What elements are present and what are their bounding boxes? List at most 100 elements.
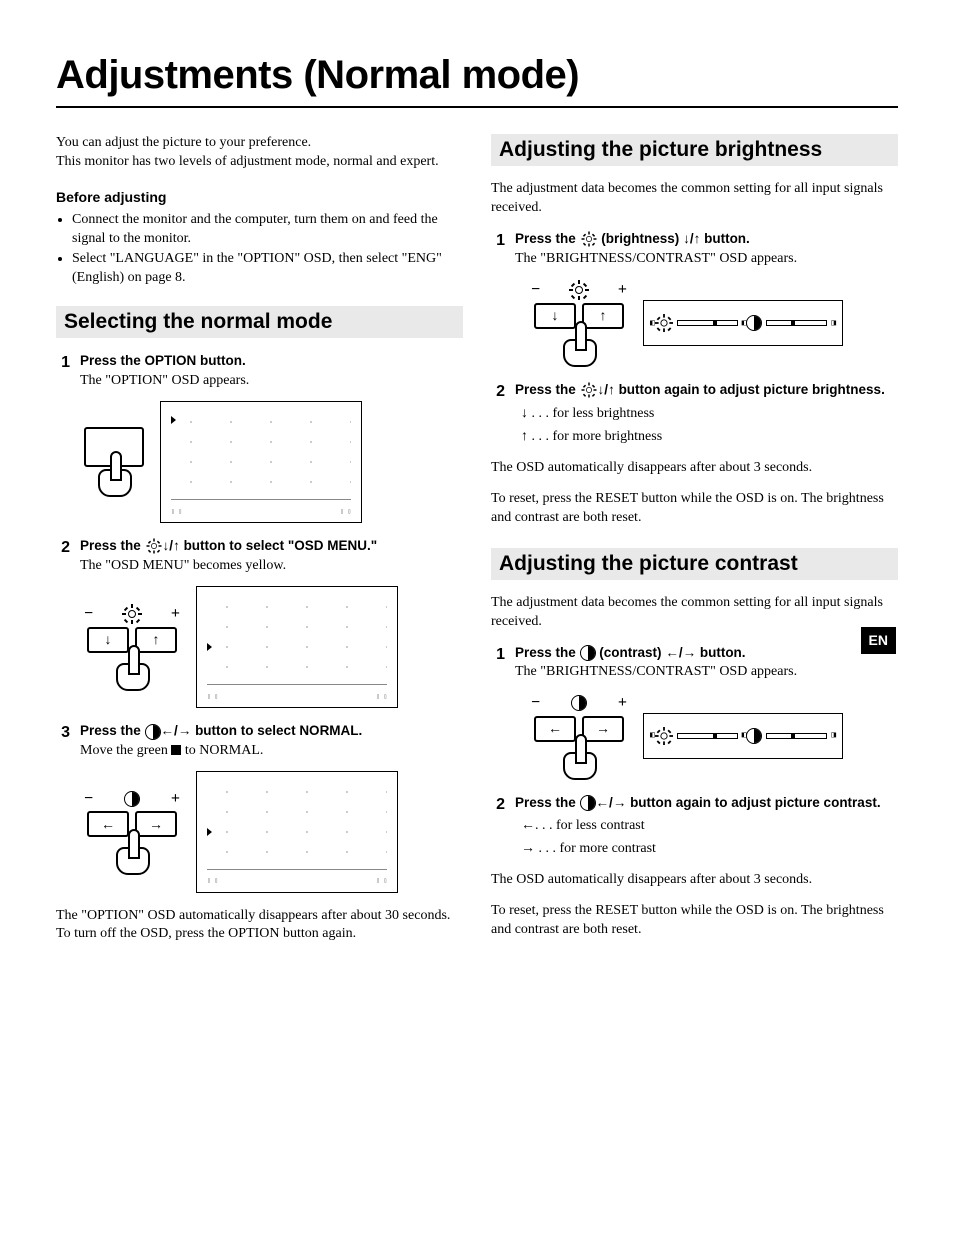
- left-button-icon: ←: [87, 811, 129, 837]
- page-title: Adjustments (Normal mode): [56, 48, 898, 102]
- text: Press the: [515, 645, 580, 660]
- left-arrow-icon: ←: [596, 795, 610, 810]
- brightness-icon: [582, 384, 596, 398]
- down-button-icon: ↓: [534, 303, 576, 329]
- text: (brightness): [598, 231, 684, 246]
- auto-paragraph: The OSD automatically disappears after a…: [491, 871, 898, 890]
- down-arrow-icon: ↓: [521, 404, 528, 420]
- section-selecting-normal: Selecting the normal mode: [56, 306, 463, 338]
- brightness-icon: [570, 281, 588, 299]
- text: to NORMAL.: [181, 743, 263, 758]
- language-tab: EN: [861, 627, 896, 654]
- intro-paragraph: The adjustment data becomes the common s…: [491, 594, 898, 632]
- brightness-icon: [582, 233, 596, 247]
- list-item: ←. . . for less contrast: [515, 815, 898, 836]
- brightness-buttons-figure: − + ↓ ↑: [531, 279, 627, 367]
- text: button to select NORMAL.: [191, 723, 362, 738]
- list-item: Select "LANGUAGE" in the "OPTION" OSD, t…: [72, 250, 463, 288]
- osd-box: ▯ ▯▯ ▯: [196, 771, 398, 893]
- minus-icon: −: [531, 692, 540, 714]
- down-arrow-icon: ↓: [683, 231, 690, 246]
- finger-icon: [114, 655, 150, 691]
- step-number: 3: [56, 722, 70, 760]
- up-button-icon: ↑: [582, 303, 624, 329]
- step-row: 1 Press the (brightness) ↓/↑ button. The…: [491, 230, 898, 269]
- step-desc: The "BRIGHTNESS/CONTRAST" OSD appears.: [515, 250, 898, 269]
- contrast-icon: [571, 695, 587, 711]
- step-desc: The "OSD MENU" becomes yellow.: [80, 557, 463, 576]
- brightness-buttons-figure: − + ↓ ↑: [84, 603, 180, 691]
- option-button-figure: [84, 427, 144, 497]
- finger-icon: [114, 839, 150, 875]
- step-desc: The "BRIGHTNESS/CONTRAST" OSD appears.: [515, 663, 898, 682]
- figure-row: − + ↓ ↑ ◧ ◧ ◨: [531, 279, 898, 367]
- step-title: Press the ↓/↑ button again to adjust pic…: [515, 381, 898, 399]
- contrast-icon: [746, 728, 762, 744]
- osd-strip: ◧ ◧ ◨: [643, 713, 843, 759]
- before-adjusting-heading: Before adjusting: [56, 188, 463, 207]
- osd-num-indicator: ◨: [831, 730, 836, 741]
- osd-num-indicator: ◨: [831, 318, 836, 329]
- right-column: Adjusting the picture brightness The adj…: [491, 134, 898, 956]
- reset-paragraph: To reset, press the RESET button while t…: [491, 490, 898, 528]
- contrast-icon: [124, 791, 140, 807]
- left-button-icon: ←: [534, 716, 576, 742]
- auto-paragraph: The OSD automatically disappears after a…: [491, 459, 898, 478]
- up-arrow-icon: ↑: [521, 427, 528, 443]
- text: Press the: [515, 382, 580, 397]
- right-arrow-icon: →: [683, 645, 697, 660]
- right-arrow-icon: →: [178, 723, 192, 738]
- right-arrow-icon: →: [613, 795, 627, 810]
- brightness-icon: [656, 728, 672, 744]
- step-number: 1: [491, 644, 505, 682]
- before-adjusting-list: Connect the monitor and the computer, tu…: [56, 211, 463, 289]
- text: button again to adjust picture contrast.: [626, 795, 880, 810]
- list-item: ↑ . . . for more brightness: [515, 426, 898, 447]
- contrast-slider-icon: [766, 320, 827, 326]
- text: Press the: [515, 231, 580, 246]
- text: button.: [696, 645, 745, 660]
- minus-icon: −: [84, 788, 93, 810]
- list-item: ↓ . . . for less brightness: [515, 403, 898, 424]
- contrast-icon: [145, 724, 161, 740]
- step-title: Press the (contrast) ←/→ button.: [515, 644, 898, 662]
- brightness-icon: [147, 540, 161, 554]
- right-button-icon: →: [582, 716, 624, 742]
- closing-paragraph: The "OPTION" OSD automatically disappear…: [56, 907, 463, 945]
- left-column: You can adjust the picture to your prefe…: [56, 134, 463, 956]
- contrast-buttons-figure: − + ← →: [531, 692, 627, 780]
- step-title: Press the (brightness) ↓/↑ button.: [515, 230, 898, 248]
- text: Move the green: [80, 743, 171, 758]
- minus-icon: −: [84, 603, 93, 625]
- down-button-icon: ↓: [87, 627, 129, 653]
- plus-icon: +: [618, 279, 627, 301]
- section-contrast: Adjusting the picture contrast: [491, 548, 898, 580]
- text: . . . for more brightness: [528, 429, 662, 444]
- step-desc: Move the green to NORMAL.: [80, 742, 463, 761]
- finger-icon: [96, 461, 132, 497]
- osd-box: ▯ ▯▯ ▯: [160, 401, 362, 523]
- text: . . . for less contrast: [535, 818, 645, 833]
- step-row: 2 Press the ↓/↑ button again to adjust p…: [491, 381, 898, 449]
- step-number: 2: [491, 794, 505, 861]
- text: button again to adjust picture brightnes…: [615, 382, 885, 397]
- osd-strip: ◧ ◧ ◨: [643, 300, 843, 346]
- up-arrow-icon: ↑: [173, 538, 180, 553]
- finger-icon: [561, 744, 597, 780]
- contrast-icon: [580, 645, 596, 661]
- adjust-list: ↓ . . . for less brightness ↑ . . . for …: [515, 403, 898, 447]
- plus-icon: +: [618, 692, 627, 714]
- step-title: Press the ←/→ button to select NORMAL.: [80, 722, 463, 740]
- step-number: 1: [491, 230, 505, 269]
- step-number: 2: [56, 537, 70, 576]
- intro-paragraph: The adjustment data becomes the common s…: [491, 180, 898, 218]
- step-number: 2: [491, 381, 505, 449]
- step-row: 2 Press the ↓/↑ button to select "OSD ME…: [56, 537, 463, 576]
- step-title: Press the OPTION button.: [80, 352, 463, 370]
- figure-row: − + ↓ ↑ ▯ ▯▯ ▯: [84, 586, 463, 708]
- step-row: 1 Press the (contrast) ←/→ button. The "…: [491, 644, 898, 682]
- figure-row: − + ← → ◧ ◧ ◨: [531, 692, 898, 780]
- reset-paragraph: To reset, press the RESET button while t…: [491, 902, 898, 940]
- text: Press the: [80, 723, 145, 738]
- intro-paragraph: You can adjust the picture to your prefe…: [56, 134, 463, 172]
